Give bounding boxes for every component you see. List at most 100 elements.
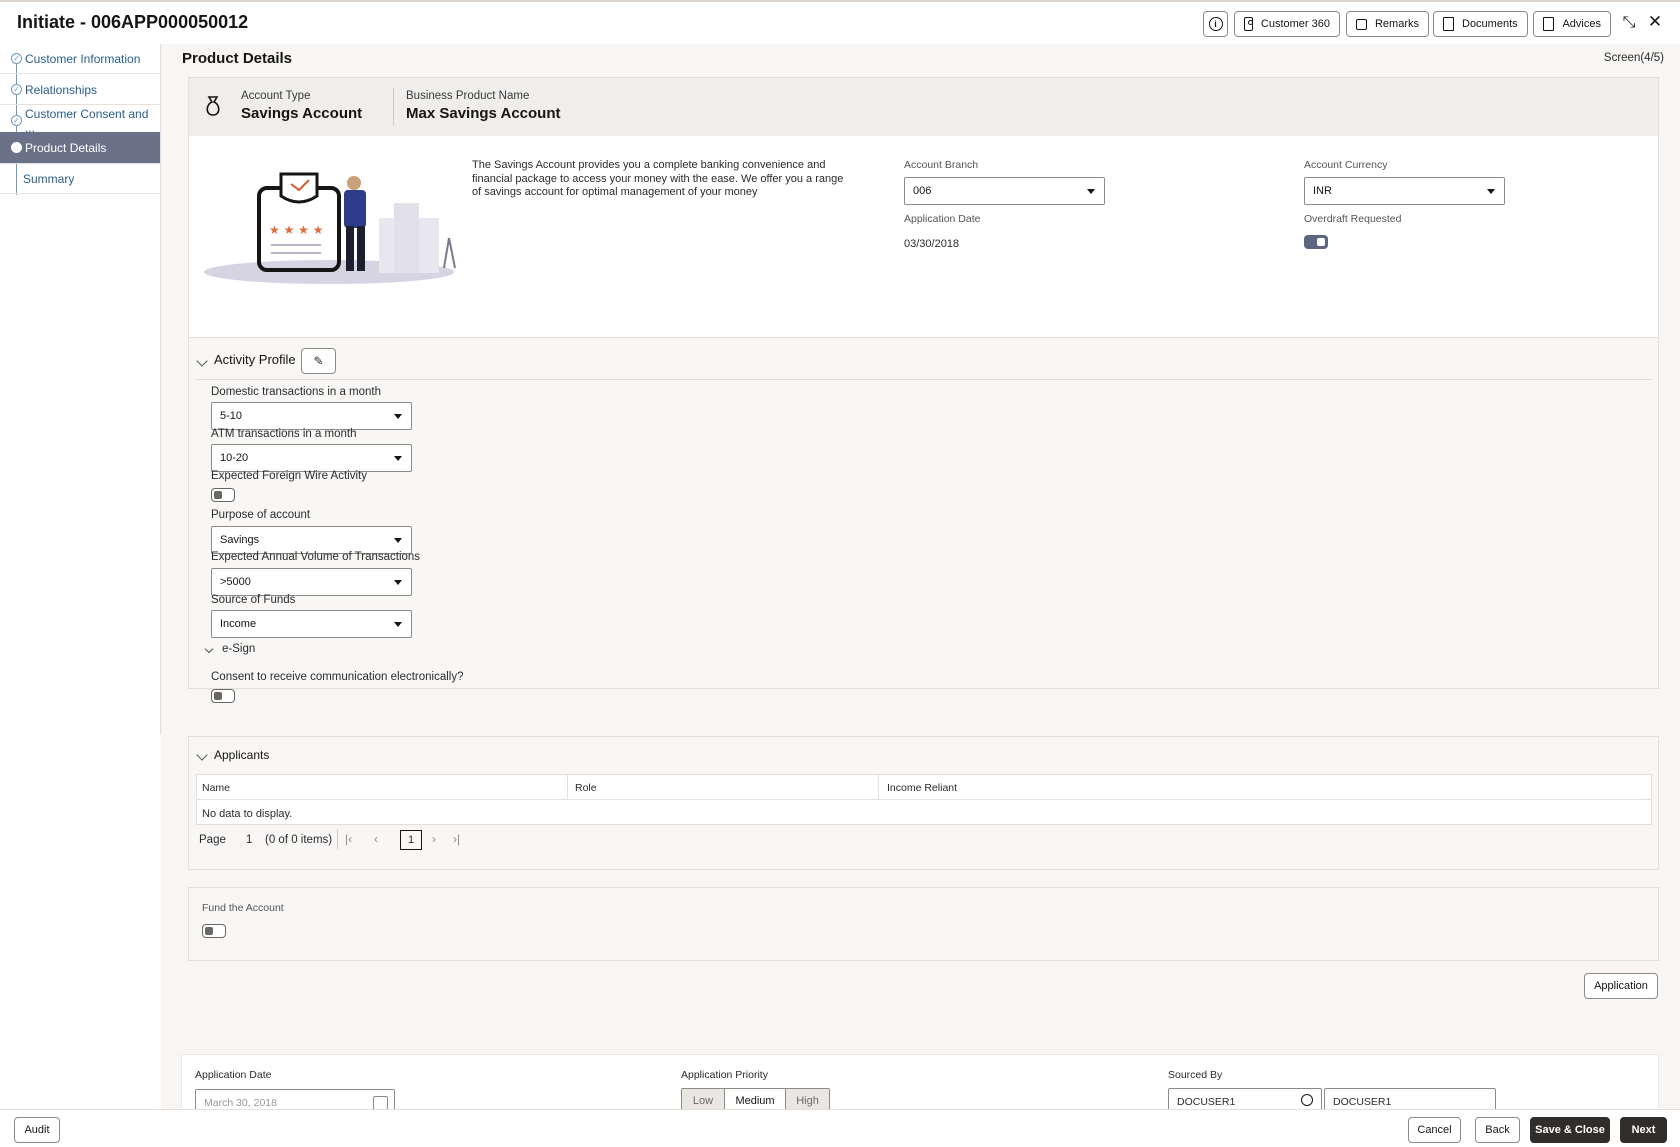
application-button[interactable]: Application xyxy=(1584,973,1658,999)
main-content: Product Details Screen(4/5) Account Type… xyxy=(161,44,1680,1132)
source-funds-label: Source of Funds xyxy=(211,594,296,606)
save-close-button[interactable]: Save & Close xyxy=(1530,1117,1610,1143)
next-button[interactable]: Next xyxy=(1620,1117,1667,1143)
info-icon: i xyxy=(1208,17,1223,31)
edit-button[interactable]: ✎ xyxy=(301,348,336,374)
sidebar-item-customer-information[interactable]: ✓ Customer Information xyxy=(0,44,160,74)
activity-profile-title: Activity Profile xyxy=(214,352,296,367)
purpose-select[interactable]: Savings xyxy=(211,526,412,554)
foreign-wire-toggle[interactable] xyxy=(211,488,235,502)
chevron-down-icon[interactable] xyxy=(204,644,214,654)
sidebar-item-label: Summary xyxy=(23,171,75,186)
priority-label: Application Priority xyxy=(681,1069,768,1081)
sidebar-item-label: Customer Consent and ... xyxy=(25,106,149,135)
caret-down-icon xyxy=(394,538,402,543)
fund-account-toggle[interactable] xyxy=(202,924,226,938)
column-header-role: Role xyxy=(575,782,597,794)
divider xyxy=(878,775,879,800)
account-type-label: Account Type xyxy=(241,90,311,102)
svg-text:★ ★ ★ ★: ★ ★ ★ ★ xyxy=(269,223,323,237)
app-date-value: March 30, 2018 xyxy=(204,1097,277,1109)
caret-down-icon xyxy=(1487,189,1495,194)
page-title: Product Details xyxy=(182,50,293,67)
esign-title: e-Sign xyxy=(222,643,256,655)
savings-illustration: ★ ★ ★ ★ xyxy=(199,168,469,288)
toggle-knob xyxy=(1317,238,1325,246)
column-header-income-reliant: Income Reliant xyxy=(887,782,958,794)
pagination-page-label: Page xyxy=(199,834,226,846)
next-page-icon[interactable]: › xyxy=(432,832,436,846)
product-description: The Savings Account provides you a compl… xyxy=(472,159,844,198)
edit-icon: ✎ xyxy=(313,354,324,368)
calendar-icon[interactable] xyxy=(373,1096,388,1110)
applicants-title: Applicants xyxy=(214,748,270,762)
account-currency-select[interactable]: INR xyxy=(1304,177,1505,205)
atm-transactions-value: 10-20 xyxy=(220,452,249,464)
divider xyxy=(567,775,568,800)
fund-account-panel: Fund the Account xyxy=(188,887,1659,961)
table-header: Name Role Income Reliant xyxy=(197,775,1651,800)
account-branch-label: Account Branch xyxy=(904,159,979,171)
screen-indicator: Screen(4/5) xyxy=(1603,52,1664,64)
minimize-icon[interactable]: ⤡ xyxy=(1620,14,1638,32)
advices-label: Advices xyxy=(1562,18,1601,30)
toggle-knob xyxy=(214,491,222,499)
advices-button[interactable]: Advices xyxy=(1533,11,1611,37)
domestic-transactions-select[interactable]: 5-10 xyxy=(211,402,412,430)
page-header-title: Initiate - 006APP000050012 xyxy=(17,12,249,32)
remarks-button[interactable]: Remarks xyxy=(1346,11,1429,37)
app-date-label: Application Date xyxy=(195,1069,272,1081)
previous-page-icon[interactable]: ‹ xyxy=(374,832,378,846)
customer-360-button[interactable]: Customer 360 xyxy=(1234,11,1340,37)
current-page-button[interactable]: 1 xyxy=(400,830,422,850)
documents-button[interactable]: Documents xyxy=(1433,11,1528,37)
account-branch-select[interactable]: 006 xyxy=(904,177,1105,205)
chevron-down-icon[interactable] xyxy=(196,749,208,761)
divider xyxy=(393,88,394,126)
sourced-by-name-value: DOCUSER1 xyxy=(1333,1096,1392,1108)
last-page-icon[interactable]: ›| xyxy=(453,832,460,846)
chevron-down-icon[interactable] xyxy=(196,355,208,367)
overdraft-toggle[interactable] xyxy=(1304,235,1328,249)
sidebar-item-label: Customer Information xyxy=(25,51,141,66)
audit-button[interactable]: Audit xyxy=(14,1117,60,1143)
sidebar-item-label: Relationships xyxy=(25,82,98,97)
applicants-table: Name Role Income Reliant No data to disp… xyxy=(196,774,1652,825)
account-currency-value: INR xyxy=(1313,185,1332,197)
domestic-transactions-label: Domestic transactions in a month xyxy=(211,386,382,398)
sidebar-item-product-details[interactable]: Product Details xyxy=(0,132,160,164)
business-product-value: Max Savings Account xyxy=(406,105,561,122)
consent-toggle[interactable] xyxy=(211,689,235,703)
sourced-by-value: DOCUSER1 xyxy=(1177,1096,1236,1108)
overdraft-label: Overdraft Requested xyxy=(1304,213,1402,225)
sidebar-item-label: Product Details xyxy=(25,140,107,155)
application-date-value: 03/30/2018 xyxy=(904,238,960,250)
money-bag-icon xyxy=(203,95,223,117)
user-card-icon xyxy=(1244,17,1253,31)
search-icon[interactable] xyxy=(1301,1094,1313,1106)
annual-volume-select[interactable]: >5000 xyxy=(211,568,412,596)
atm-transactions-select[interactable]: 10-20 xyxy=(211,444,412,472)
product-card-header: Account Type Savings Account Business Pr… xyxy=(189,78,1658,136)
sidebar-item-summary[interactable]: Summary xyxy=(0,164,160,194)
sourced-by-label: Sourced By xyxy=(1168,1069,1223,1081)
advices-icon xyxy=(1543,17,1555,31)
atm-transactions-label: ATM transactions in a month xyxy=(211,428,357,440)
documents-label: Documents xyxy=(1462,18,1518,30)
applicants-panel: Applicants Name Role Income Reliant No d… xyxy=(188,736,1659,870)
sidebar-item-relationships[interactable]: ✓ Relationships xyxy=(0,75,160,105)
check-icon: ✓ xyxy=(11,84,22,95)
first-page-icon[interactable]: |‹ xyxy=(345,832,352,846)
close-icon[interactable]: ✕ xyxy=(1646,13,1664,31)
info-button[interactable]: i xyxy=(1203,11,1228,37)
app-header: Initiate - 006APP000050012 i Customer 36… xyxy=(0,0,1680,44)
back-button[interactable]: Back xyxy=(1475,1117,1520,1143)
cancel-button[interactable]: Cancel xyxy=(1408,1117,1461,1143)
check-icon: ✓ xyxy=(11,53,22,64)
source-funds-select[interactable]: Income xyxy=(211,610,412,638)
consent-label: Consent to receive communication electro… xyxy=(211,671,464,683)
footer-bar: Audit Cancel Back Save & Close Next xyxy=(0,1109,1680,1147)
annual-volume-label: Expected Annual Volume of Transactions xyxy=(211,551,421,563)
comment-icon xyxy=(1356,18,1367,30)
caret-down-icon xyxy=(394,622,402,627)
